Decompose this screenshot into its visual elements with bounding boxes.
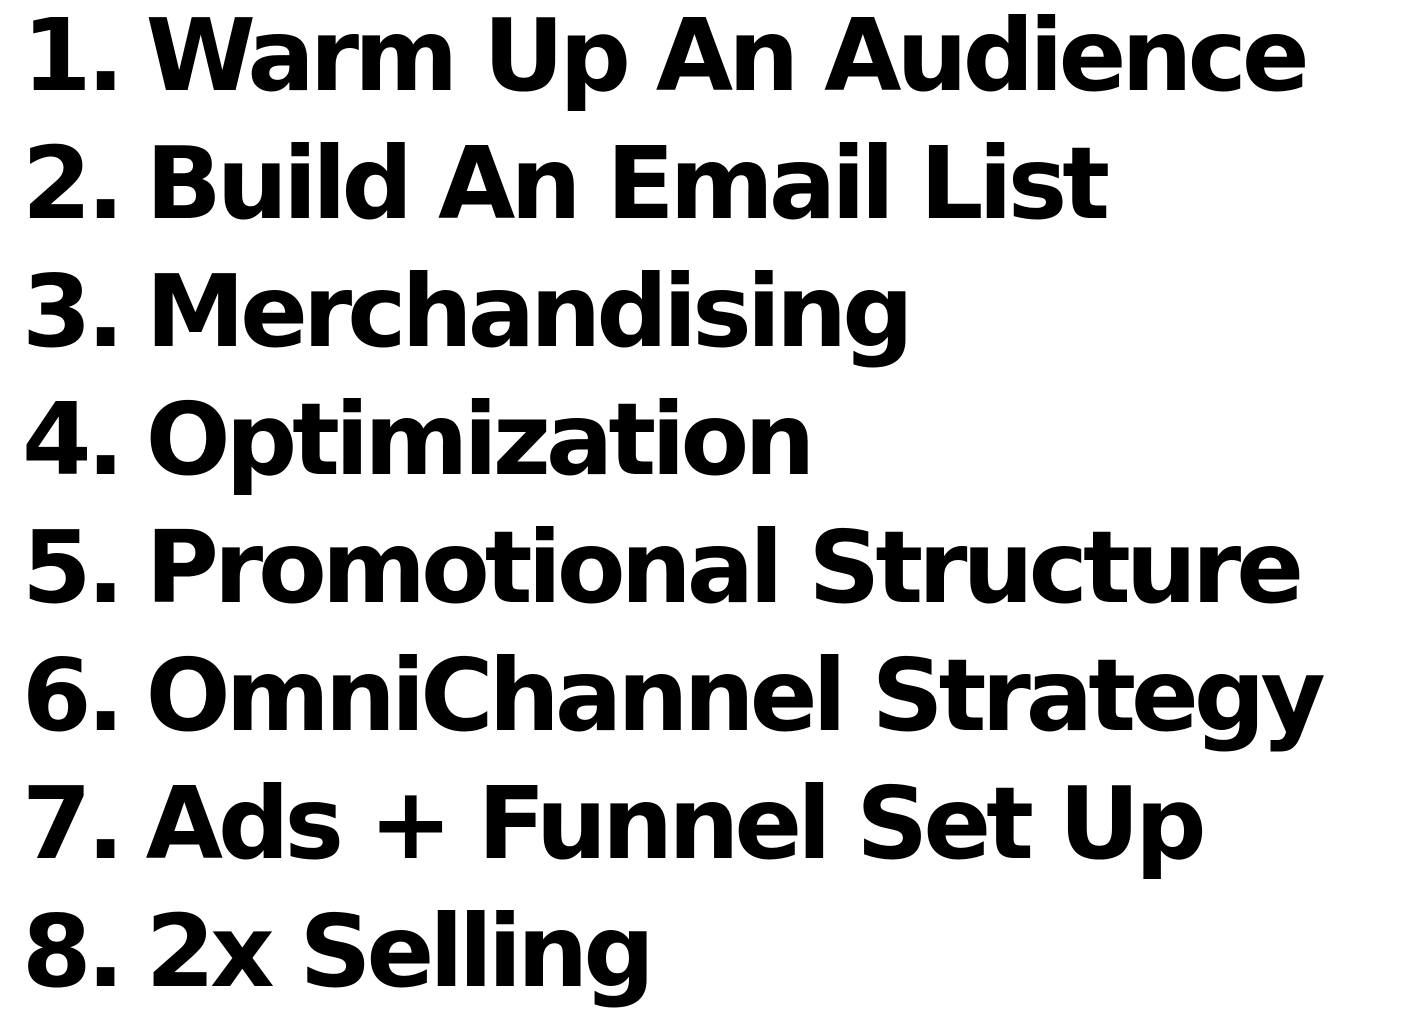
list-item-label: 2x Selling: [145, 893, 655, 1010]
list-item-label: Warm Up An Audience: [145, 0, 1310, 114]
list-item-number: 4.: [22, 381, 125, 498]
list-item-number: 5.: [22, 509, 125, 626]
list-item-number: 8.: [22, 893, 125, 1010]
list-item-label: Build An Email List: [145, 125, 1110, 242]
list-item: 2. Build An Email List: [22, 120, 1321, 248]
list-item-label: Ads + Funnel Set Up: [145, 765, 1207, 882]
list-item-number: 1.: [22, 0, 125, 114]
list-item: 8. 2x Selling: [22, 888, 1321, 1016]
list-item: 5. Promotional Structure: [22, 504, 1321, 632]
list-item-label: OmniChannel Strategy: [145, 637, 1326, 754]
list-item: 7. Ads + Funnel Set Up: [22, 760, 1321, 888]
list-item: 6. OmniChannel Strategy: [22, 632, 1326, 760]
list-item-label: Optimization: [145, 381, 816, 498]
list-item-label: Merchandising: [145, 253, 914, 370]
list-item-number: 7.: [22, 765, 125, 882]
list-item-number: 2.: [22, 125, 125, 242]
list-item-label: Promotional Structure: [145, 509, 1304, 626]
list-item: 4. Optimization: [22, 376, 1321, 504]
list-item: 1. Warm Up An Audience: [22, 0, 1321, 120]
list-item-number: 6.: [22, 637, 125, 754]
numbered-list: 1. Warm Up An Audience 2. Build An Email…: [22, 0, 1326, 1016]
list-item-number: 3.: [22, 253, 125, 370]
list-item: 3. Merchandising: [22, 248, 1321, 376]
